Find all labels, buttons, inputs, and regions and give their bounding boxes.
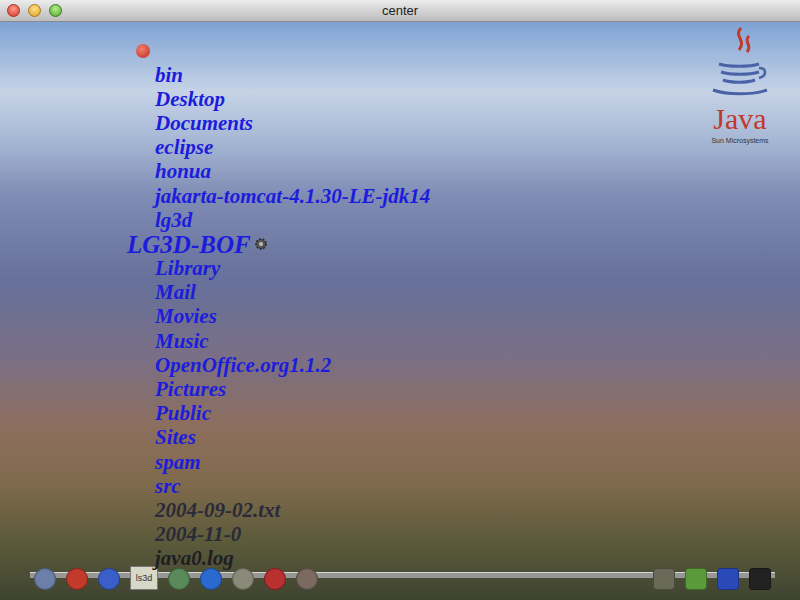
file-name: Public — [155, 403, 211, 424]
minimize-button[interactable] — [28, 4, 41, 17]
file-item[interactable]: java0.log — [155, 547, 430, 571]
file-item[interactable]: src — [155, 474, 430, 498]
file-name: spam — [155, 452, 201, 473]
file-item[interactable]: Library — [155, 257, 430, 281]
close-button[interactable] — [7, 4, 20, 17]
file-name: LG3D-BOF — [127, 232, 251, 257]
file-item[interactable]: 2004-11-0 — [155, 523, 430, 547]
file-name: bin — [155, 65, 183, 86]
file-item[interactable]: Pictures — [155, 377, 430, 401]
file-name: 2004-09-02.txt — [155, 500, 280, 521]
file-name: Sites — [155, 427, 196, 448]
dock-label: ls3d — [136, 574, 153, 583]
file-name: jakarta-tomcat-4.1.30-LE-jdk14 — [155, 186, 430, 207]
red-dot-icon — [136, 44, 150, 58]
file-item[interactable]: eclipse — [155, 136, 430, 160]
coffee-cup-icon — [705, 24, 775, 104]
file-item[interactable]: Documents — [155, 111, 430, 135]
dock-app-icon[interactable] — [717, 568, 739, 590]
file-name: Movies — [155, 306, 217, 327]
file-name: Library — [155, 258, 220, 279]
logo-vendor: Sun Microsystems — [711, 136, 768, 146]
file-name: 2004-11-0 — [155, 524, 241, 545]
file-item[interactable]: Desktop — [155, 87, 430, 111]
file-item[interactable]: Sites — [155, 426, 430, 450]
dock-app-icon[interactable] — [98, 568, 120, 590]
title-bar[interactable]: center — [0, 0, 800, 22]
file-name: java0.log — [155, 548, 234, 569]
dock-app-icon[interactable] — [685, 568, 707, 590]
file-name: Music — [155, 331, 209, 352]
java-logo: Java Sun Microsystems — [690, 24, 790, 146]
window-controls — [7, 4, 62, 17]
window: center Java Sun Microsystems ls3d bin Desktop… — [0, 0, 800, 600]
dock-app-icon[interactable] — [232, 568, 254, 590]
file-item[interactable]: Music — [155, 329, 430, 353]
file-item[interactable]: spam — [155, 450, 430, 474]
zoom-button[interactable] — [49, 4, 62, 17]
dock-app-icon[interactable] — [749, 568, 771, 590]
file-item[interactable]: honua — [155, 160, 430, 184]
file-name: Desktop — [155, 89, 225, 110]
file-item[interactable]: bin — [155, 63, 430, 87]
desktop-background: Java Sun Microsystems ls3d bin Desktop Docume… — [0, 22, 800, 600]
file-name: OpenOffice.org1.1.2 — [155, 355, 331, 376]
file-item[interactable]: 2004-09-02.txt — [155, 498, 430, 522]
file-item[interactable]: jakarta-tomcat-4.1.30-LE-jdk14 — [155, 184, 430, 208]
dock: ls3d — [30, 552, 775, 590]
window-title: center — [382, 4, 418, 17]
dock-app-icon[interactable] — [653, 568, 675, 590]
file-name: honua — [155, 161, 211, 182]
gear-icon[interactable] — [253, 236, 269, 252]
logo-name: Java — [713, 104, 766, 134]
dock-ls3d-item[interactable]: ls3d — [130, 566, 158, 590]
file-name: eclipse — [155, 137, 213, 158]
file-name: Pictures — [155, 379, 226, 400]
file-item[interactable]: LG3D-BOF — [155, 232, 430, 256]
file-item[interactable]: Movies — [155, 305, 430, 329]
dock-app-icon[interactable] — [264, 568, 286, 590]
file-name: lg3d — [155, 210, 192, 231]
file-item[interactable]: Mail — [155, 281, 430, 305]
file-list: bin Desktop Documents eclipse honua jakarta-t… — [155, 63, 430, 571]
file-name: Mail — [155, 282, 196, 303]
file-item[interactable]: OpenOffice.org1.1.2 — [155, 353, 430, 377]
dock-app-icon[interactable] — [296, 568, 318, 590]
dock-app-icon[interactable] — [34, 568, 56, 590]
dock-app-icon[interactable] — [168, 568, 190, 590]
file-item[interactable]: lg3d — [155, 208, 430, 232]
file-name: src — [155, 476, 181, 497]
file-item[interactable]: Public — [155, 402, 430, 426]
dock-app-icon[interactable] — [66, 568, 88, 590]
file-name: Documents — [155, 113, 253, 134]
dock-app-icon[interactable] — [200, 568, 222, 590]
